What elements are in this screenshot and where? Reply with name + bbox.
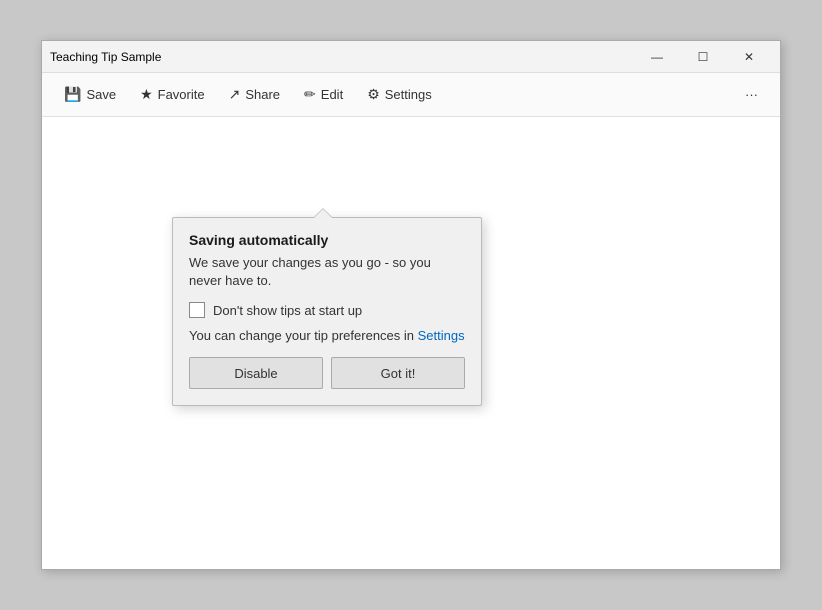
title-bar: Teaching Tip Sample — ☐ ✕ [42,41,780,73]
teaching-tip-title: Saving automatically [189,232,465,248]
teaching-tip-arrow [313,208,333,218]
more-button[interactable]: ··· [735,82,768,107]
save-button[interactable]: 💾 Save [54,81,126,108]
app-window: Teaching Tip Sample — ☐ ✕ 💾 Save ★ Favor… [41,40,781,570]
teaching-tip-popup: Saving automatically We save your change… [172,217,482,406]
gotit-button[interactable]: Got it! [331,357,465,389]
window-controls: — ☐ ✕ [634,41,772,73]
teaching-tip-body: Saving automatically We save your change… [173,218,481,405]
edit-button[interactable]: ✏ Edit [294,81,353,108]
settings-label: Settings [385,87,432,102]
favorite-button[interactable]: ★ Favorite [130,81,215,108]
teaching-tip-footer: Disable Got it! [189,357,465,393]
close-button[interactable]: ✕ [726,41,772,73]
toolbar: 💾 Save ★ Favorite ↗ Share ✏ Edit ⚙ Setti… [42,73,780,117]
edit-label: Edit [321,87,343,102]
teaching-tip-description: We save your changes as you go - so you … [189,254,465,290]
settings-link[interactable]: Settings [418,328,465,343]
dont-show-checkbox[interactable] [189,302,205,318]
save-label: Save [86,87,116,102]
settings-toolbar-button[interactable]: ⚙ Settings [357,81,442,108]
share-icon: ↗ [229,86,241,103]
content-area: Saving automatically We save your change… [42,117,780,569]
star-icon: ★ [140,86,153,103]
share-label: Share [245,87,280,102]
window-title: Teaching Tip Sample [50,50,634,64]
maximize-button[interactable]: ☐ [680,41,726,73]
gear-icon: ⚙ [367,86,380,103]
save-icon: 💾 [64,86,81,103]
disable-button[interactable]: Disable [189,357,323,389]
share-button[interactable]: ↗ Share [219,81,290,108]
settings-row: You can change your tip preferences in S… [189,328,465,343]
checkbox-row: Don't show tips at start up [189,302,465,318]
minimize-button[interactable]: — [634,41,680,73]
edit-icon: ✏ [304,86,316,103]
favorite-label: Favorite [158,87,205,102]
dont-show-label: Don't show tips at start up [213,303,362,318]
more-icon: ··· [745,87,758,102]
settings-text-before: You can change your tip preferences in [189,328,418,343]
